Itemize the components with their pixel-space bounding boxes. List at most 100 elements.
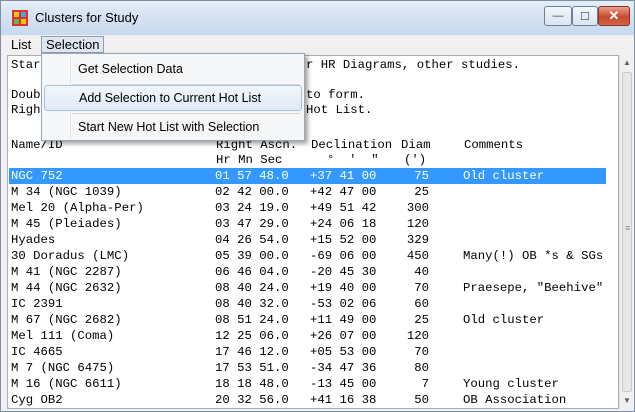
cell-ra: 01 57 48.0	[215, 169, 289, 183]
cell-ra: 08 40 24.0	[215, 281, 289, 295]
units-diam: (')	[404, 153, 427, 167]
cell-diam: 450	[406, 249, 429, 263]
cell-name: M 34 (NGC 1039)	[11, 185, 122, 199]
table-row[interactable]: M 41 (NGC 2287) 06 46 04.0 -20 45 30 40	[9, 264, 606, 280]
cell-name: Hyades	[11, 233, 56, 247]
cell-diam: 120	[406, 329, 429, 343]
table-row[interactable]: M 16 (NGC 6611) 18 18 48.0 -13 45 00 7 Young…	[9, 376, 606, 392]
cell-comment: Praesepe, "Beehive"	[463, 281, 604, 295]
cell-ra: 03 47 29.0	[215, 217, 289, 231]
cell-comment: Young cluster	[463, 377, 559, 391]
close-button[interactable]: ✕	[598, 6, 630, 26]
cell-dec: +49 51 42	[310, 201, 377, 215]
table-row[interactable]: IC 2391 08 40 32.0 -53 02 06 60	[9, 296, 606, 312]
cell-ra: 08 51 24.0	[215, 313, 289, 327]
cell-dec: -69 06 00	[310, 249, 377, 263]
column-units-row: Hr Mn Sec ° ' " (')	[11, 153, 611, 168]
maximize-button[interactable]: ☐	[572, 6, 598, 26]
cell-diam: 25	[414, 313, 429, 327]
cell-diam: 329	[406, 233, 429, 247]
cell-name: Mel 111 (Coma)	[11, 329, 115, 343]
minimize-icon: —	[552, 10, 564, 22]
cell-diam: 70	[414, 281, 429, 295]
table-row[interactable]: Hyades 04 26 54.0 +15 52 00 329	[9, 232, 606, 248]
header-dec: Declination	[311, 138, 393, 152]
cell-name: M 16 (NGC 6611)	[11, 377, 122, 391]
app-icon	[12, 10, 28, 26]
table-row[interactable]: Cyg OB2 20 32 56.0 +41 16 38 50 OB Associati…	[9, 392, 606, 408]
cell-dec: +24 06 18	[310, 217, 377, 231]
cell-diam: 70	[414, 345, 429, 359]
cell-dec: +37 41 00	[310, 169, 377, 183]
cell-ra: 12 25 06.0	[215, 329, 289, 343]
units-dec: ° ' "	[327, 153, 379, 167]
scroll-up-icon[interactable]: ▲	[620, 55, 634, 71]
cell-comment: Many(!) OB *s & SGs	[463, 249, 604, 263]
cell-diam: 120	[406, 217, 429, 231]
cell-dec: -13 45 00	[310, 377, 377, 391]
cell-diam: 40	[414, 265, 429, 279]
units-ra: Hr Mn Sec	[216, 153, 283, 167]
cell-diam: 75	[414, 169, 429, 183]
menu-item-add-selection-to-hot-list[interactable]: Add Selection to Current Hot List	[44, 85, 302, 111]
menu-item-start-new-hot-list[interactable]: Start New Hot List with Selection	[44, 114, 302, 140]
menu-item-get-selection-data[interactable]: Get Selection Data	[44, 56, 302, 82]
cell-name: Cyg OB2	[11, 393, 63, 407]
cell-name: 30 Doradus (LMC)	[11, 249, 130, 263]
maximize-icon: ☐	[580, 10, 590, 23]
cell-name: M 45 (Pleiades)	[11, 217, 122, 231]
cell-ra: 20 32 56.0	[215, 393, 289, 407]
header-comments: Comments	[464, 138, 524, 152]
cell-ra: 04 26 54.0	[215, 233, 289, 247]
cell-name: IC 2391	[11, 297, 63, 311]
cell-diam: 7	[421, 377, 429, 391]
cell-ra: 17 46 12.0	[215, 345, 289, 359]
cell-comment: Old cluster	[463, 169, 545, 183]
cell-diam: 300	[406, 201, 429, 215]
cell-diam: 60	[414, 297, 429, 311]
table-row[interactable]: Mel 20 (Alpha-Per) 03 24 19.0 +49 51 42 300	[9, 200, 606, 216]
cell-dec: -53 02 06	[310, 297, 377, 311]
main-window: Clusters for Study — ☐ ✕ List Selection …	[0, 0, 635, 412]
scroll-down-icon[interactable]: ▼	[620, 393, 634, 409]
cell-dec: +19 40 00	[310, 281, 377, 295]
table-row[interactable]: M 7 (NGC 6475) 17 53 51.0 -34 47 36 80	[9, 360, 606, 376]
cell-ra: 08 40 32.0	[215, 297, 289, 311]
title-bar[interactable]: Clusters for Study — ☐ ✕	[1, 1, 634, 35]
selection-dropdown-menu: Get Selection Data Add Selection to Curr…	[41, 53, 305, 141]
cell-name: Mel 20 (Alpha-Per)	[11, 201, 144, 215]
scroll-thumb[interactable]: ≡	[622, 72, 632, 392]
cell-dec: +41 16 38	[310, 393, 377, 407]
menu-selection[interactable]: Selection	[41, 36, 105, 53]
vertical-scrollbar[interactable]: ▲ ≡ ▼	[619, 55, 634, 409]
table-row[interactable]: M 34 (NGC 1039) 02 42 00.0 +42 47 00 25	[9, 184, 606, 200]
scroll-grip-icon: ≡	[625, 223, 631, 233]
table-row[interactable]: IC 4665 17 46 12.0 +05 53 00 70	[9, 344, 606, 360]
menu-bar: List Selection	[1, 35, 634, 55]
header-diam: Diam	[401, 138, 431, 152]
cell-diam: 25	[414, 185, 429, 199]
table-row[interactable]: NGC 752 01 57 48.0 +37 41 00 75 Old cluster	[9, 168, 606, 184]
cell-ra: 18 18 48.0	[215, 377, 289, 391]
cell-ra: 17 53 51.0	[215, 361, 289, 375]
intro-line-1: Star r HR Diagrams, other studies.	[11, 58, 521, 72]
table-row[interactable]: M 44 (NGC 2632) 08 40 24.0 +19 40 00 70 Prae…	[9, 280, 606, 296]
intro-line-2: Doub to form.	[11, 88, 366, 102]
cell-dec: +42 47 00	[310, 185, 377, 199]
cell-diam: 50	[414, 393, 429, 407]
cell-comment: Old cluster	[463, 313, 545, 327]
cell-ra: 02 42 00.0	[215, 185, 289, 199]
intro-line-3: Righ Hot List.	[11, 103, 373, 117]
table-row[interactable]: M 67 (NGC 2682) 08 51 24.0 +11 49 00 25 Old …	[9, 312, 606, 328]
menu-list[interactable]: List	[7, 36, 35, 53]
cell-dec: +26 07 00	[310, 329, 377, 343]
window-title: Clusters for Study	[35, 10, 139, 25]
cell-ra: 05 39 00.0	[215, 249, 289, 263]
cell-dec: -20 45 30	[310, 265, 377, 279]
table-row[interactable]: 30 Doradus (LMC) 05 39 00.0 -69 06 00 450 Ma…	[9, 248, 606, 264]
table-row[interactable]: Mel 111 (Coma) 12 25 06.0 +26 07 00 120	[9, 328, 606, 344]
cell-ra: 06 46 04.0	[215, 265, 289, 279]
minimize-button[interactable]: —	[544, 6, 572, 26]
table-row[interactable]: M 45 (Pleiades) 03 47 29.0 +24 06 18 120	[9, 216, 606, 232]
cell-diam: 80	[414, 361, 429, 375]
